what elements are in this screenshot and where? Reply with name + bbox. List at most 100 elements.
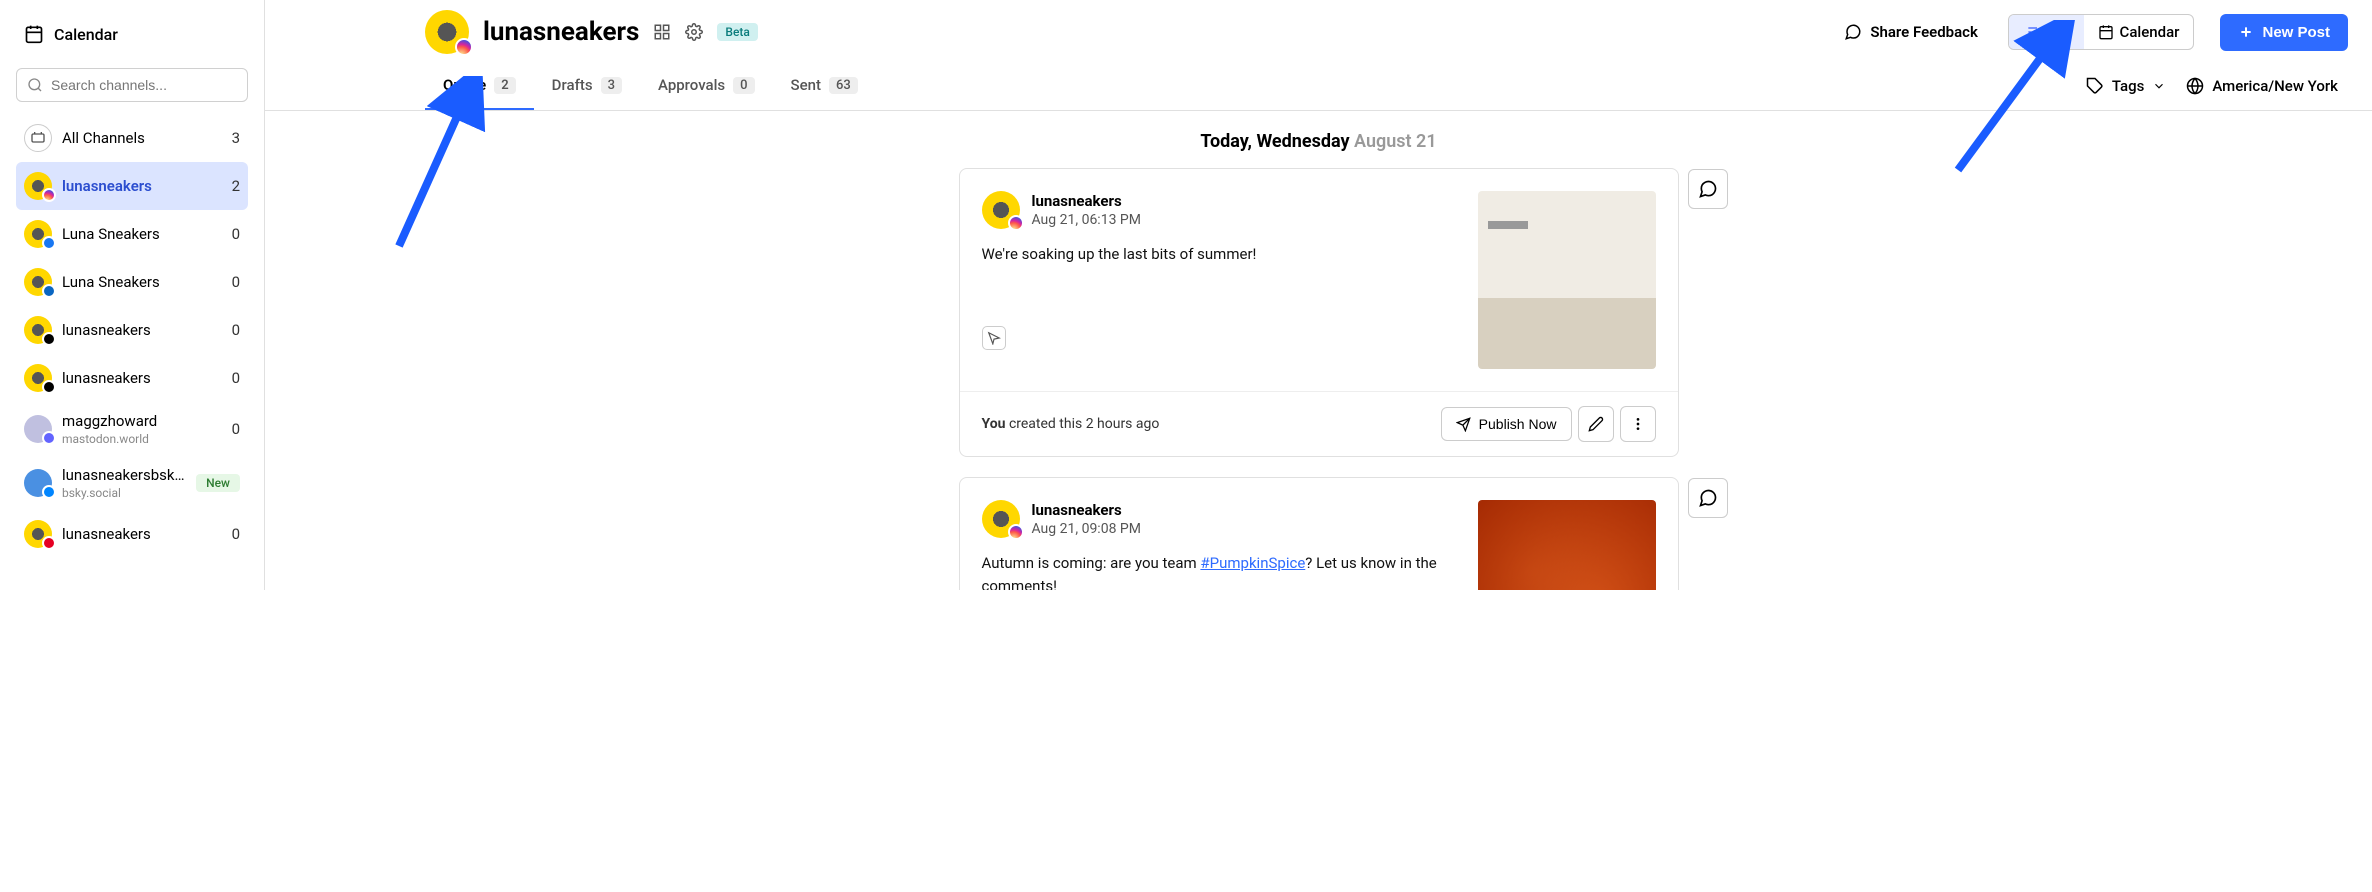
tab-drafts-count: 3 — [601, 77, 622, 94]
channel-item-mastodon[interactable]: maggzhoward mastodon.world 0 — [16, 402, 248, 456]
channel-count: 0 — [232, 369, 240, 387]
channel-name: lunasneakers — [62, 369, 222, 387]
page-title: lunasneakers — [483, 17, 639, 47]
bluesky-icon — [42, 485, 56, 499]
list-view-button[interactable]: List — [2009, 15, 2084, 49]
all-channels-label: All Channels — [62, 129, 222, 147]
tags-dropdown[interactable]: Tags — [2076, 67, 2176, 105]
search-input-wrapper[interactable] — [16, 68, 248, 102]
channel-name: lunasneakers — [62, 177, 222, 195]
channel-count: 0 — [232, 273, 240, 291]
publish-now-button[interactable]: Publish Now — [1441, 407, 1572, 441]
post-date: Aug 21, 06:13 PM — [1032, 212, 1141, 228]
channel-count: 0 — [232, 321, 240, 339]
calendar-label: Calendar — [54, 25, 118, 44]
channel-avatar — [24, 364, 52, 392]
instagram-icon — [1008, 215, 1024, 231]
plus-icon — [2238, 24, 2254, 40]
timezone-button[interactable]: America/New York — [2176, 67, 2348, 105]
channel-subtext: bsky.social — [62, 486, 186, 500]
channel-item-tiktok[interactable]: lunasneakers 0 — [16, 354, 248, 402]
tabs-row: Queue 2 Drafts 3 Approvals 0 Sent 63 Tag… — [265, 62, 2372, 111]
beta-badge: Beta — [717, 23, 757, 41]
content: Today, Wednesday August 21 lunasneakers — [265, 111, 2372, 590]
channel-avatar — [24, 415, 52, 443]
post-card[interactable]: lunasneakers Aug 21, 06:13 PM We're soak… — [959, 168, 1679, 457]
channel-avatar — [24, 520, 52, 548]
cursor-indicator — [982, 326, 1006, 350]
channel-subtext: mastodon.world — [62, 432, 222, 446]
search-icon — [27, 77, 43, 93]
channel-item-facebook[interactable]: Luna Sneakers 0 — [16, 210, 248, 258]
facebook-icon — [42, 236, 56, 250]
channel-count: 0 — [232, 225, 240, 243]
channel-avatar — [24, 469, 52, 497]
post-text: We're soaking up the last bits of summer… — [982, 243, 1458, 266]
comment-button[interactable] — [1688, 169, 1728, 209]
edit-button[interactable] — [1578, 406, 1614, 442]
pinterest-icon — [42, 536, 56, 550]
calendar-link[interactable]: Calendar — [16, 16, 248, 52]
post-date: Aug 21, 09:08 PM — [1032, 521, 1141, 537]
channel-item-instagram[interactable]: lunasneakers 2 — [16, 162, 248, 210]
tab-sent-count: 63 — [829, 77, 858, 94]
new-post-button[interactable]: New Post — [2220, 14, 2348, 51]
linkedin-icon — [42, 284, 56, 298]
tab-queue[interactable]: Queue 2 — [425, 62, 534, 110]
tab-queue-count: 2 — [494, 77, 515, 94]
instagram-icon — [42, 188, 56, 202]
list-icon — [2023, 24, 2039, 40]
channel-avatar — [24, 316, 52, 344]
more-button[interactable] — [1620, 406, 1656, 442]
threads-icon — [42, 332, 56, 346]
instagram-icon — [1008, 524, 1024, 540]
comment-button[interactable] — [1688, 478, 1728, 518]
send-icon — [1456, 417, 1471, 432]
calendar-icon — [24, 24, 44, 44]
mastodon-icon — [42, 431, 56, 445]
instagram-icon — [455, 38, 473, 56]
date-header: Today, Wednesday August 21 — [305, 131, 2332, 152]
channel-item-pinterest[interactable]: lunasneakers 0 — [16, 510, 248, 558]
settings-icon-button[interactable] — [685, 23, 703, 41]
comment-icon — [1698, 179, 1718, 199]
channel-name: lunasneakers — [62, 321, 222, 339]
post-avatar — [982, 191, 1020, 229]
globe-icon — [2186, 77, 2204, 95]
post-avatar — [982, 500, 1020, 538]
channel-count: 0 — [232, 420, 240, 438]
calendar-icon — [2098, 24, 2114, 40]
tab-drafts[interactable]: Drafts 3 — [534, 62, 640, 110]
hashtag-link[interactable]: #PumpkinSpice — [1200, 554, 1305, 572]
channel-item-bluesky[interactable]: lunasneakersbsky... bsky.social New — [16, 456, 248, 510]
grid-icon-button[interactable] — [653, 23, 671, 41]
all-channels-count: 3 — [232, 129, 240, 147]
calendar-view-button[interactable]: Calendar — [2084, 15, 2194, 49]
post-card[interactable]: lunasneakers Aug 21, 09:08 PM Autumn is … — [959, 477, 1679, 590]
tab-sent[interactable]: Sent 63 — [773, 62, 876, 110]
channel-name: Luna Sneakers — [62, 225, 222, 243]
share-feedback-button[interactable]: Share Feedback — [1844, 23, 1978, 41]
channel-avatar — [24, 268, 52, 296]
header-avatar — [425, 10, 469, 54]
all-channels-item[interactable]: All Channels 3 — [16, 114, 248, 162]
post-meta: You created this 2 hours ago — [982, 416, 1160, 432]
tab-approvals-count: 0 — [733, 77, 754, 94]
channel-name: Luna Sneakers — [62, 273, 222, 291]
tab-approvals[interactable]: Approvals 0 — [640, 62, 773, 110]
channel-item-threads[interactable]: lunasneakers 0 — [16, 306, 248, 354]
post-image — [1478, 500, 1656, 590]
channel-item-linkedin[interactable]: Luna Sneakers 0 — [16, 258, 248, 306]
sidebar: Calendar All Channels 3 lunasneakers 2 L… — [0, 0, 265, 590]
view-toggle: List Calendar — [2008, 14, 2195, 50]
channel-avatar — [24, 172, 52, 200]
channel-count: 0 — [232, 525, 240, 543]
channel-count: 2 — [232, 177, 240, 195]
header: lunasneakers Beta Share Feedback List — [265, 0, 2372, 54]
chevron-down-icon — [2152, 79, 2166, 93]
feedback-icon — [1844, 23, 1862, 41]
channel-name: lunasneakersbsky... — [62, 466, 186, 484]
post-image — [1478, 191, 1656, 369]
more-vertical-icon — [1630, 416, 1646, 432]
search-input[interactable] — [51, 77, 237, 93]
